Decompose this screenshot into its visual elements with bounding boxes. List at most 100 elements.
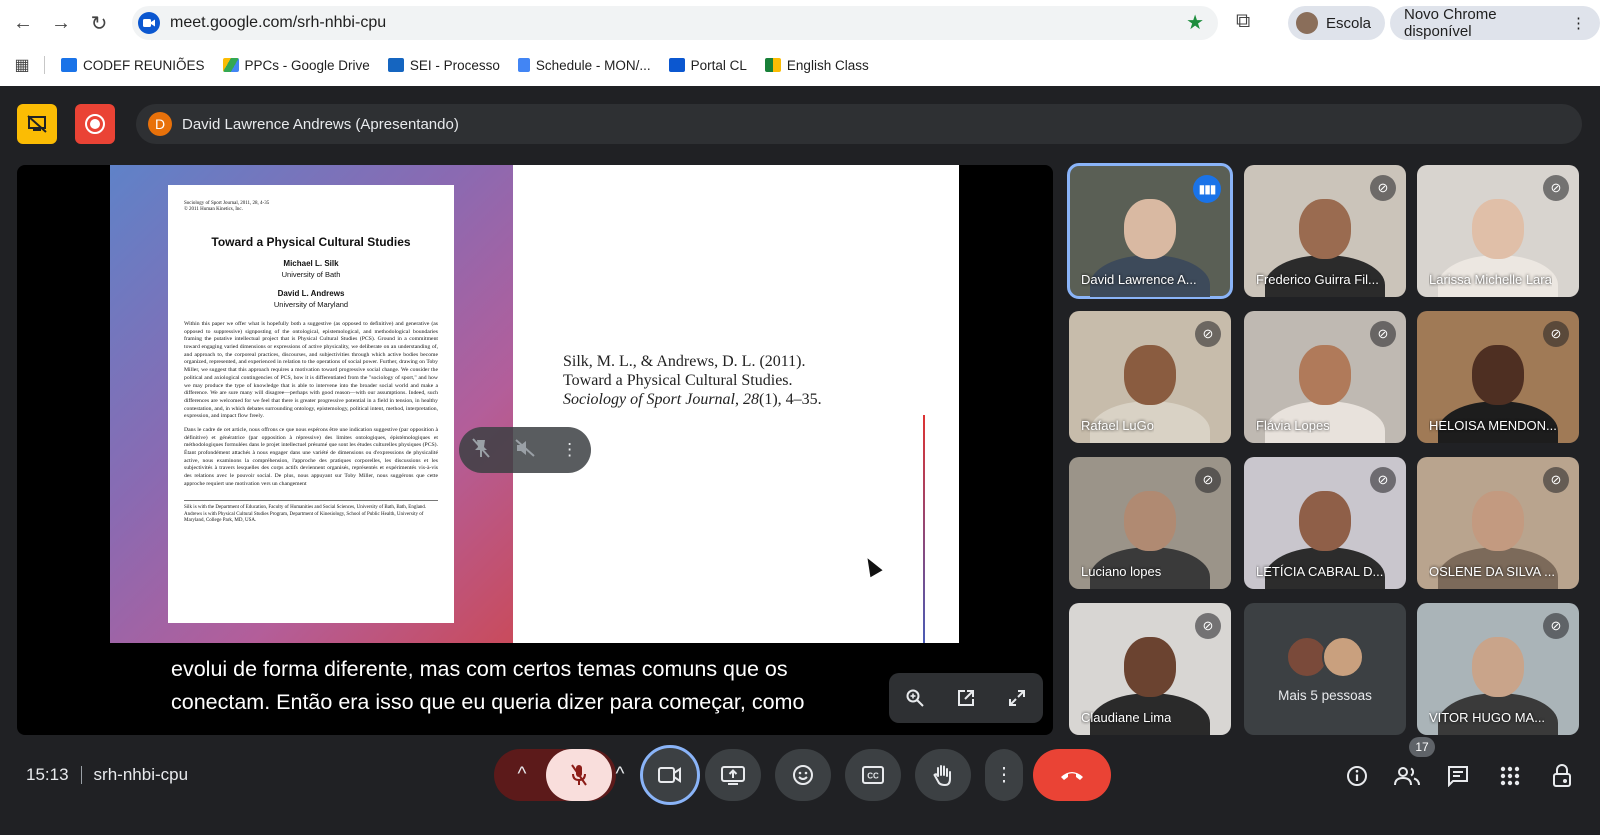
raise-hand-icon bbox=[933, 765, 951, 786]
participant-head bbox=[1472, 199, 1524, 260]
participant-name: HELOISA MENDON... bbox=[1429, 418, 1557, 433]
participant-tile[interactable]: ⊘ Larissa Michelle Lara bbox=[1417, 165, 1579, 297]
mic-off-icon bbox=[571, 764, 587, 786]
participant-tile[interactable]: ⊘ OSLENE DA SILVA ... bbox=[1417, 457, 1579, 589]
participant-head bbox=[1299, 345, 1351, 406]
participant-tile[interactable]: ▮▮▮ David Lawrence A... bbox=[1067, 163, 1233, 299]
new-chrome-label: Novo Chrome disponível bbox=[1404, 6, 1497, 40]
meet-site-icon bbox=[138, 12, 160, 34]
citation-volume: 28 bbox=[742, 391, 759, 408]
participant-name: Frederico Guirra Fil... bbox=[1256, 272, 1379, 287]
participant-tile[interactable]: ⊘ Rafael LuGo bbox=[1069, 311, 1231, 443]
paper-affiliation-2: University of Maryland bbox=[273, 300, 349, 309]
open-in-new-icon[interactable] bbox=[948, 680, 984, 716]
sei-icon bbox=[387, 58, 404, 72]
back-arrow-icon[interactable]: ← bbox=[4, 4, 42, 42]
citation-pages: (1), 4–35. bbox=[758, 391, 822, 408]
participant-tile[interactable]: ⊘ VITOR HUGO MA... bbox=[1417, 603, 1579, 735]
participant-name: Rafael LuGo bbox=[1081, 418, 1154, 433]
camera-options-chevron-icon[interactable]: ^ bbox=[600, 764, 640, 786]
recording-icon[interactable] bbox=[75, 104, 115, 144]
participant-tile[interactable]: ⊘ LETÍCIA CABRAL D... bbox=[1244, 457, 1406, 589]
bookmark-english-class[interactable]: English Class bbox=[764, 58, 869, 73]
presentation-stage[interactable]: Sociology of Sport Journal, 2011, 28, 4-… bbox=[17, 165, 1053, 735]
citation-separator: , bbox=[734, 391, 743, 408]
mute-audio-icon[interactable] bbox=[515, 438, 536, 462]
participant-tile[interactable]: ⊘ Frederico Guirra Fil... bbox=[1244, 165, 1406, 297]
time-divider bbox=[80, 766, 82, 784]
reload-icon[interactable]: ↻ bbox=[80, 4, 118, 42]
participant-head bbox=[1124, 199, 1176, 260]
bookmark-portal-cl[interactable]: Portal CL bbox=[668, 58, 747, 73]
hang-up-icon bbox=[1061, 772, 1083, 780]
stop-presenting-icon[interactable] bbox=[17, 104, 57, 144]
participant-name: Larissa Michelle Lara bbox=[1429, 272, 1552, 287]
citation-journal: Sociology of Sport Journal bbox=[563, 391, 735, 408]
portal-icon bbox=[668, 58, 685, 72]
fullscreen-icon[interactable] bbox=[999, 680, 1035, 716]
people-icon[interactable] bbox=[1392, 761, 1422, 791]
chat-icon[interactable] bbox=[1443, 761, 1473, 791]
citation-line-1: Silk, M. L., & Andrews, D. L. (2011). bbox=[563, 353, 806, 370]
closed-captions-icon: CC bbox=[862, 766, 884, 784]
more-options-icon[interactable]: ⋮ bbox=[561, 440, 578, 460]
camera-button[interactable] bbox=[640, 745, 700, 805]
presenter-bar[interactable]: D David Lawrence Andrews (Apresentando) bbox=[136, 104, 1582, 144]
present-screen-button[interactable] bbox=[705, 749, 761, 801]
slide-citation: Silk, M. L., & Andrews, D. L. (2011). To… bbox=[563, 352, 822, 409]
participant-head bbox=[1124, 491, 1176, 552]
paper-author-2: David L. Andrews bbox=[277, 289, 345, 298]
docs-icon bbox=[517, 58, 530, 72]
stage-controls bbox=[889, 673, 1043, 723]
presenter-avatar: D bbox=[148, 112, 172, 136]
bookmark-sei[interactable]: SEI - Processo bbox=[387, 58, 500, 73]
live-caption: evolui de forma diferente, mas com certo… bbox=[171, 653, 871, 719]
zoom-in-icon[interactable] bbox=[897, 680, 933, 716]
more-people-tile[interactable]: Mais 5 pessoas bbox=[1244, 603, 1406, 735]
bookmark-star-icon[interactable]: ★ bbox=[1186, 10, 1204, 35]
camera-control-group: ^ bbox=[600, 745, 700, 805]
participant-tile[interactable]: ⊘ Flávia Lopes bbox=[1244, 311, 1406, 443]
drive-icon bbox=[222, 58, 239, 72]
reactions-button[interactable] bbox=[775, 749, 831, 801]
citation-line-3: Sociology of Sport Journal, 28(1), 4–35. bbox=[563, 390, 822, 409]
address-bar[interactable]: meet.google.com/srh-nhbi-cpu ★ bbox=[132, 6, 1218, 40]
captions-button[interactable]: CC bbox=[845, 749, 901, 801]
host-controls-lock-icon[interactable] bbox=[1547, 761, 1577, 791]
mic-off-icon: ⊘ bbox=[1195, 613, 1221, 639]
mic-off-icon: ⊘ bbox=[1370, 467, 1396, 493]
extensions-icon[interactable]: ⧉ bbox=[1236, 10, 1250, 33]
bookmark-ppcs[interactable]: PPCs - Google Drive bbox=[222, 58, 370, 73]
participant-name: Luciano lopes bbox=[1081, 564, 1162, 579]
avatar bbox=[1322, 635, 1364, 678]
raise-hand-button[interactable] bbox=[915, 749, 971, 801]
participant-tile[interactable]: ⊘ HELOISA MENDON... bbox=[1417, 311, 1579, 443]
bookmarks-divider bbox=[44, 56, 45, 74]
mic-options-chevron-icon[interactable]: ^ bbox=[498, 764, 546, 786]
participant-name: LETÍCIA CABRAL D... bbox=[1256, 564, 1384, 579]
participant-tile[interactable]: ⊘ Luciano lopes bbox=[1069, 457, 1231, 589]
caption-line-1: evolui de forma diferente, mas com certo… bbox=[171, 657, 788, 681]
bookmark-schedule[interactable]: Schedule - MON/... bbox=[517, 58, 651, 73]
profile-chip[interactable]: Escola bbox=[1288, 6, 1386, 40]
leave-call-button[interactable] bbox=[1033, 749, 1111, 801]
present-screen-icon bbox=[721, 766, 745, 785]
bookmark-favicon-icon bbox=[61, 58, 77, 72]
paper-title: Toward a Physical Cultural Studies bbox=[211, 235, 411, 249]
more-options-button[interactable]: ⋮ bbox=[985, 749, 1023, 801]
paper-abstract-fr: Dans le cadre de cet article, nous offro… bbox=[184, 426, 438, 487]
apps-grid-icon[interactable]: ▦ bbox=[0, 55, 44, 75]
participant-name: OSLENE DA SILVA ... bbox=[1429, 564, 1555, 579]
participant-head bbox=[1299, 199, 1351, 260]
meeting-details: 15:13 srh-nhbi-cpu bbox=[26, 765, 188, 785]
unpin-icon[interactable] bbox=[472, 437, 490, 463]
participant-name: VITOR HUGO MA... bbox=[1429, 710, 1546, 725]
participant-tile[interactable]: ⊘ Claudiane Lima bbox=[1069, 603, 1231, 735]
activities-grid-icon[interactable] bbox=[1495, 761, 1525, 791]
meeting-info-icon[interactable] bbox=[1342, 761, 1372, 791]
paper-meta: Sociology of Sport Journal, 2011, 28, 4-… bbox=[184, 201, 270, 212]
participant-head bbox=[1124, 345, 1176, 406]
forward-arrow-icon[interactable]: → bbox=[42, 4, 80, 42]
new-chrome-available-button[interactable]: Novo Chrome disponível ⋮ bbox=[1390, 6, 1600, 40]
bookmark-codef[interactable]: CODEF REUNIÕES bbox=[61, 58, 205, 73]
